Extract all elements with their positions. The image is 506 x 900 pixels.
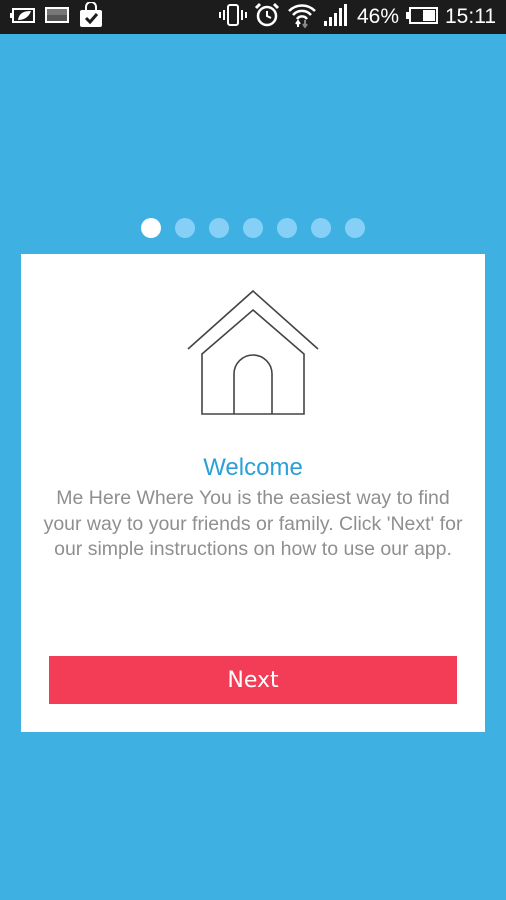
page-dot[interactable] [311,218,331,238]
status-bar: 46% 15:11 [0,0,506,34]
alarm-icon [254,2,280,33]
page-dot[interactable] [243,218,263,238]
page-dot[interactable] [175,218,195,238]
page-dot[interactable] [141,218,161,238]
page-dot[interactable] [345,218,365,238]
page-dot[interactable] [277,218,297,238]
signal-icon [323,3,350,32]
next-button[interactable]: Next [49,656,457,704]
clock: 15:11 [445,5,496,28]
card-description: Me Here Where You is the easiest way to … [43,487,463,560]
wifi-icon [287,2,317,33]
battery-saver-icon [10,5,36,30]
battery-percent: 46% [356,5,399,28]
page-indicator [0,218,506,238]
image-icon [44,5,70,30]
page-dot[interactable] [209,218,229,238]
card-title: Welcome [203,454,303,481]
vibrate-icon [218,3,247,32]
house-icon [165,286,341,425]
battery-icon [406,5,438,30]
shopping-bag-check-icon [78,0,104,33]
